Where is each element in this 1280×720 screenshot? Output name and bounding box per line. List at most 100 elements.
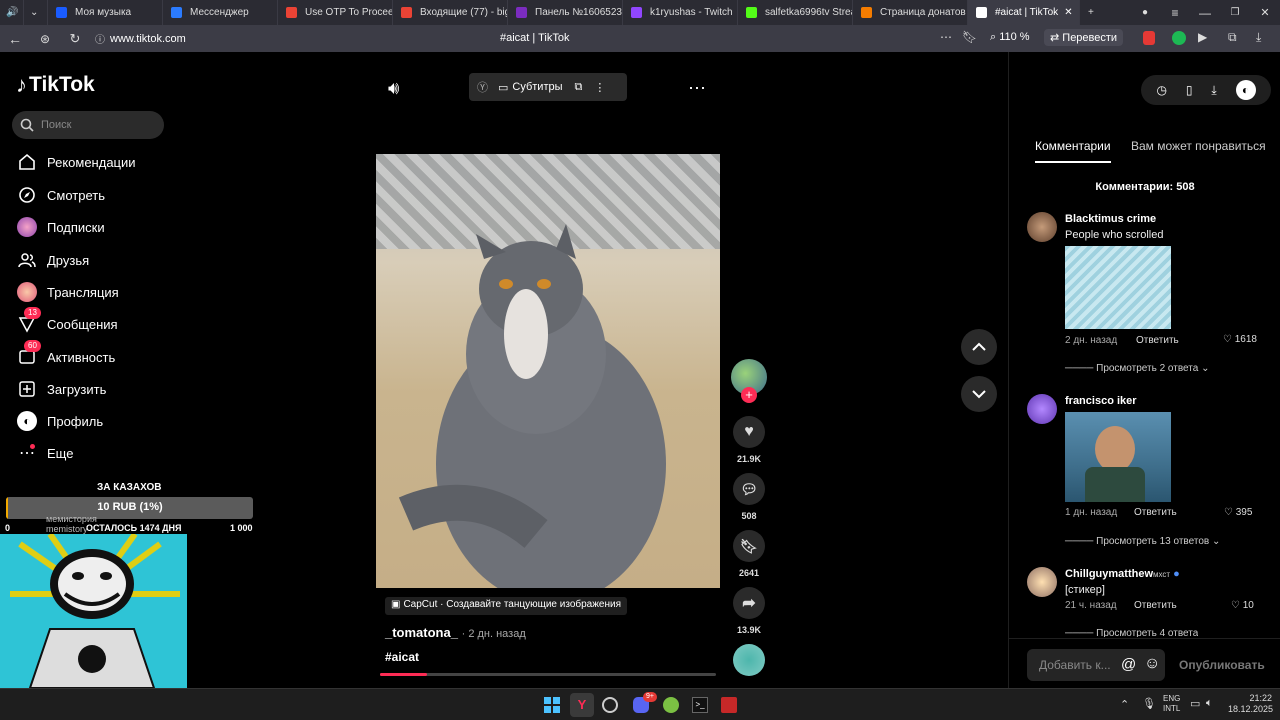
comment-action[interactable]: 💬︎ 508: [733, 473, 765, 521]
sidebar-item-more[interactable]: ⋯ Еще: [16, 442, 73, 464]
next-video-button[interactable]: [961, 376, 997, 412]
mention-icon[interactable]: @: [1121, 656, 1136, 673]
tab-comments[interactable]: Комментарии: [1035, 139, 1111, 163]
more-icon[interactable]: ⋯: [688, 78, 706, 99]
url-field[interactable]: www.tiktok.com: [110, 33, 186, 45]
avatar[interactable]: [1027, 567, 1057, 597]
minimize-icon[interactable]: —: [1190, 6, 1220, 20]
music-disc-icon[interactable]: [733, 644, 765, 676]
new-tab-button[interactable]: +: [1080, 0, 1104, 25]
browser-tab-active[interactable]: #aicat | TikTok ✕: [968, 0, 1080, 25]
bookmark-icon[interactable]: 🔖︎: [733, 530, 765, 562]
avatar[interactable]: ◐: [1235, 80, 1256, 100]
browser-tab[interactable]: salfetka6996tv Strean: [738, 0, 853, 25]
comment-icon[interactable]: 💬︎: [733, 473, 765, 505]
sidebar-item-recommendations[interactable]: Рекомендации: [16, 151, 136, 173]
publish-button[interactable]: Опубликовать: [1179, 658, 1265, 672]
windows-start-icon[interactable]: [544, 697, 560, 713]
download-icon[interactable]: ⤓: [1211, 83, 1216, 98]
app-icon[interactable]: [602, 697, 618, 713]
browser-tab[interactable]: k1ryushas - Twitch: [623, 0, 738, 25]
heart-icon[interactable]: ♥: [733, 416, 765, 448]
comment-like[interactable]: ♡ 395: [1224, 507, 1252, 518]
sidebar-item-live[interactable]: Трансляция: [16, 281, 119, 303]
history-icon[interactable]: ◷: [1156, 83, 1166, 97]
extension-icon[interactable]: [1172, 31, 1186, 45]
comment-author[interactable]: francisco iker: [1065, 395, 1137, 407]
translate-button[interactable]: ⇄ Перевести: [1044, 29, 1124, 46]
network-icon[interactable]: ▭: [1190, 697, 1200, 710]
browser-tab[interactable]: Use OTP To Proceed: [278, 0, 393, 25]
view-replies[interactable]: ──── Просмотреть 2 ответа ⌄: [1065, 363, 1209, 374]
sidebar-item-upload[interactable]: Загрузить: [16, 378, 106, 400]
search-input[interactable]: Поиск: [12, 111, 164, 139]
tab-suggested[interactable]: Вам может понравиться: [1131, 139, 1266, 153]
more-vertical-icon[interactable]: ⋮: [594, 81, 605, 94]
sidebar-item-friends[interactable]: Друзья: [16, 249, 89, 271]
sidebar-item-activity[interactable]: 60 Активность: [16, 340, 115, 368]
profile-icon[interactable]: ●: [1130, 7, 1160, 18]
like-action[interactable]: ♥ 21.9K: [733, 416, 765, 464]
comment-image[interactable]: [1065, 246, 1171, 329]
sidebar-item-profile[interactable]: ◐ Профиль: [16, 410, 103, 432]
video-author[interactable]: _tomatona_ · 2 дн. назад: [385, 625, 526, 640]
clock[interactable]: 21:22 18.12.2025: [1228, 693, 1273, 715]
subtitles-button[interactable]: Субтитры: [512, 81, 562, 93]
share-icon[interactable]: ➦: [733, 587, 765, 619]
browser-tab[interactable]: Входящие (77) - bigp: [393, 0, 508, 25]
tiktok-logo[interactable]: ♪ TikTok: [16, 72, 95, 98]
obs-icon[interactable]: [663, 697, 679, 713]
chevron-down-icon[interactable]: ⌄: [24, 0, 48, 25]
tray-chevron-icon[interactable]: ⌃: [1120, 698, 1129, 711]
reply-button[interactable]: Ответить: [1134, 507, 1177, 518]
browser-tab[interactable]: Панель №1606523 |: [508, 0, 623, 25]
bookmark-icon[interactable]: 🔖︎: [962, 30, 977, 44]
avatar[interactable]: [1027, 394, 1057, 424]
site-info-icon[interactable]: ⓘ: [90, 31, 110, 46]
back-icon[interactable]: ←: [0, 31, 30, 47]
comment-image[interactable]: [1065, 412, 1171, 502]
browser-tab[interactable]: Моя музыка: [48, 0, 163, 25]
maximize-icon[interactable]: ❐: [1220, 7, 1250, 18]
save-action[interactable]: 🔖︎ 2641: [733, 530, 765, 578]
volume-icon[interactable]: 🔊︎: [388, 78, 399, 99]
zoom-level[interactable]: ⌕ 110 %: [990, 31, 1030, 44]
close-icon[interactable]: ✕: [1064, 7, 1072, 18]
downloads-icon[interactable]: ⤓: [1256, 30, 1261, 45]
video-player[interactable]: [376, 154, 720, 588]
ai-icon[interactable]: Ⓨ: [477, 79, 488, 95]
close-window-icon[interactable]: ✕: [1250, 6, 1280, 19]
terminal-icon[interactable]: >_: [692, 697, 708, 713]
video-hashtag[interactable]: #aicat: [385, 650, 419, 664]
browser-tab[interactable]: Мессенджер: [163, 0, 278, 25]
volume-icon[interactable]: 🔈︎: [1206, 697, 1213, 710]
capcut-tag[interactable]: ▣ CapCut · Создавайте танцующие изображен…: [385, 597, 628, 615]
extension-icon[interactable]: [1143, 31, 1155, 45]
view-replies[interactable]: ──── Просмотреть 13 ответов ⌄: [1065, 536, 1220, 547]
share-action[interactable]: ➦ 13.9K: [733, 587, 765, 635]
sidebar-item-explore[interactable]: Смотреть: [16, 184, 105, 206]
comment-author[interactable]: Chillguymatthewмхст ●: [1065, 568, 1180, 580]
audio-icon[interactable]: 🔊: [0, 0, 24, 25]
reply-button[interactable]: Ответить: [1134, 600, 1177, 611]
sidebar-item-messages[interactable]: 13 Сообщения: [16, 307, 118, 335]
browser-tab[interactable]: Страница донатов -: [853, 0, 968, 25]
dota-icon[interactable]: [721, 697, 737, 713]
yandex-browser-icon[interactable]: Y: [570, 693, 594, 717]
sidebar-item-following[interactable]: Подписки: [16, 216, 105, 238]
comment-like[interactable]: ♡ 10: [1231, 600, 1254, 611]
device-icon[interactable]: ▯: [1186, 83, 1193, 97]
yandex-icon[interactable]: ⊛: [30, 32, 60, 46]
menu-icon[interactable]: ≡: [1160, 6, 1190, 20]
emoji-icon[interactable]: ☺: [1144, 655, 1160, 673]
avatar[interactable]: [1027, 212, 1057, 242]
more-icon[interactable]: ⋯: [940, 30, 952, 44]
reply-button[interactable]: Ответить: [1136, 335, 1179, 346]
comment-author[interactable]: Blacktimus crime: [1065, 213, 1156, 225]
collections-icon[interactable]: ⧉: [1228, 30, 1237, 45]
view-replies[interactable]: ──── Просмотреть 4 ответа: [1065, 628, 1198, 637]
follow-plus-icon[interactable]: +: [741, 387, 757, 403]
comment-like[interactable]: ♡ 1618: [1223, 334, 1257, 345]
pip-icon[interactable]: ⧉: [575, 81, 583, 94]
microphone-icon[interactable]: 🎙︎: [1142, 697, 1156, 710]
